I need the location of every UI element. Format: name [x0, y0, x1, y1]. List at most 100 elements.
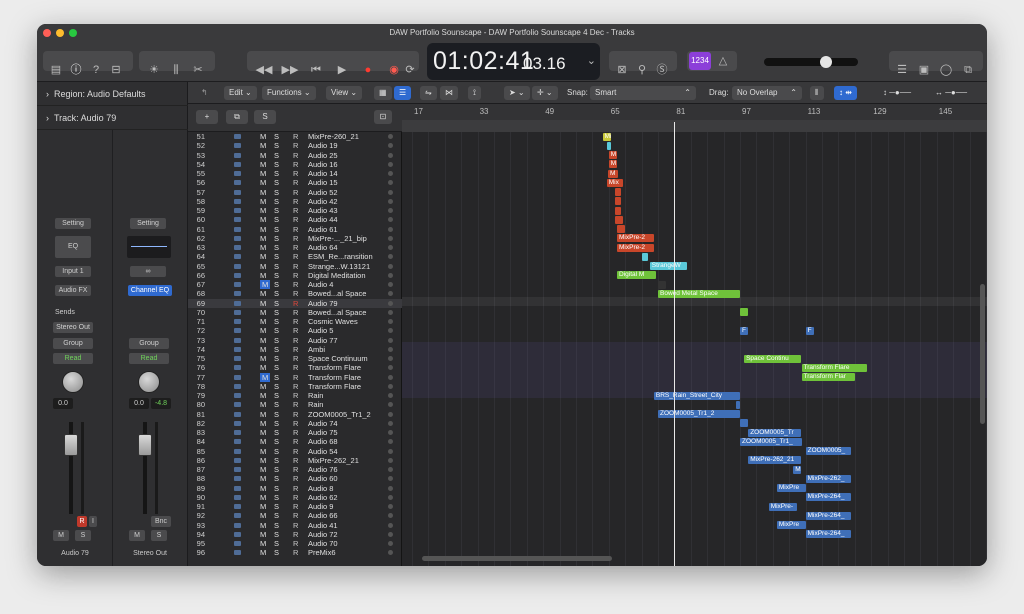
track-row[interactable]: 75 M S R Space Continuum [188, 354, 402, 363]
setting-button[interactable]: Setting [130, 218, 166, 229]
list-editors-icon[interactable]: ☰ [893, 61, 911, 80]
track-mute-button[interactable]: M [260, 493, 266, 502]
track-row[interactable]: 56 M S R Audio 15 [188, 178, 402, 187]
audio-region[interactable]: ZOOM0005_Tr1_2 [658, 410, 740, 418]
track-record-button[interactable]: R [293, 280, 298, 289]
mute-button[interactable]: M [53, 530, 69, 541]
tuner-icon[interactable]: ⚲ [633, 61, 651, 80]
track-record-button[interactable]: R [293, 178, 298, 187]
track-row[interactable]: 62 M S R MixPre-..._21_bip [188, 234, 402, 243]
track-solo-button[interactable]: S [274, 234, 279, 243]
track-row[interactable]: 64 M S R ESM_Re...ransition [188, 252, 402, 261]
mixer-icon[interactable]: ⫼ [167, 61, 185, 80]
catch-playhead-icon[interactable]: ⟟ [468, 86, 481, 100]
track-record-button[interactable]: R [293, 234, 298, 243]
track-mute-button[interactable]: M [260, 437, 266, 446]
track-record-button[interactable]: R [293, 419, 298, 428]
track-record-button[interactable]: R [293, 336, 298, 345]
track-solo-button[interactable]: S [274, 178, 279, 187]
track-row[interactable]: 57 M S R Audio 52 [188, 188, 402, 197]
track-mute-button[interactable]: M [260, 382, 266, 391]
grid-view-icon[interactable]: ▦ [374, 86, 392, 100]
audio-region[interactable]: BRS_Rain_Street_City [653, 391, 740, 400]
track-solo-button[interactable]: S [274, 317, 279, 326]
track-row[interactable]: 72 M S R Audio 5 [188, 326, 402, 335]
horizontal-zoom-slider[interactable]: ↔ ─●── [930, 86, 972, 100]
track-row[interactable]: 52 M S R Audio 19 [188, 141, 402, 150]
audio-region[interactable]: MixPre- [768, 502, 798, 511]
loop-browser-icon[interactable]: ◯ [937, 61, 955, 80]
track-row[interactable]: 91 M S R Audio 9 [188, 502, 402, 511]
track-record-button[interactable]: R [293, 391, 298, 400]
track-solo-button[interactable]: S [274, 456, 279, 465]
track-solo-button[interactable]: S [274, 400, 279, 409]
track-solo-button[interactable]: S [274, 465, 279, 474]
automation-mode[interactable]: Read [53, 353, 93, 364]
track-record-button[interactable]: R [293, 410, 298, 419]
track-record-button[interactable]: R [293, 243, 298, 252]
track-solo-button[interactable]: S [274, 428, 279, 437]
track-mute-button[interactable]: M [260, 336, 266, 345]
track-row[interactable]: 68 M S R Bowed...al Space [188, 289, 402, 298]
vertical-scrollbar[interactable] [980, 284, 985, 424]
browser-icon[interactable]: ⧉ [959, 61, 977, 80]
track-mute-button[interactable]: M [260, 141, 266, 150]
track-row[interactable]: 86 M S R MixPre-262_21 [188, 456, 402, 465]
group-slot[interactable]: Group [53, 338, 93, 349]
track-row[interactable]: 88 M S R Audio 60 [188, 474, 402, 483]
track-mute-button[interactable]: M [260, 151, 266, 160]
track-solo-button[interactable]: S [274, 539, 279, 548]
audio-region[interactable]: MixPre [776, 521, 806, 529]
track-record-button[interactable]: R [293, 252, 298, 261]
track-record-button[interactable]: R [293, 447, 298, 456]
track-mute-button[interactable]: M [260, 548, 266, 557]
track-row[interactable]: 67 M S R Audio 4 [188, 280, 402, 289]
vertical-zoom-slider[interactable]: ↕ ─●── [878, 86, 916, 100]
track-row[interactable]: 81 M S R ZOOM0005_Tr1_2 [188, 410, 402, 419]
functions-menu[interactable]: Functions ⌄ [262, 86, 316, 100]
record-icon[interactable]: ● [357, 61, 379, 80]
track-mute-button[interactable]: M [260, 289, 266, 298]
track-solo-button[interactable]: S [274, 363, 279, 372]
track-record-button[interactable]: R [293, 373, 298, 382]
audio-region[interactable] [740, 419, 749, 428]
track-solo-button[interactable]: S [274, 188, 279, 197]
track-mute-button[interactable]: M [260, 234, 266, 243]
track-record-button[interactable]: R [293, 539, 298, 548]
audio-region[interactable]: F [740, 326, 749, 335]
toolbar-icon[interactable]: ⊟ [107, 61, 125, 80]
audio-region[interactable]: Bowed Metal Space [658, 289, 740, 298]
audio-region[interactable]: Digital M [617, 271, 656, 280]
audio-region[interactable] [641, 252, 648, 261]
track-record-button[interactable]: R [293, 225, 298, 234]
notepad-icon[interactable]: ▣ [915, 61, 933, 80]
track-record-button[interactable]: R [293, 474, 298, 483]
track-record-button[interactable]: R [293, 299, 298, 308]
track-solo-button[interactable]: S [274, 336, 279, 345]
volume-knob[interactable] [820, 56, 832, 68]
track-row[interactable]: 55 M S R Audio 14 [188, 169, 402, 178]
count-in-button[interactable]: 1234 [689, 52, 711, 70]
track-record-button[interactable]: R [293, 326, 298, 335]
track-solo-button[interactable]: S [274, 493, 279, 502]
audio-fx-slot[interactable]: Audio FX [55, 285, 91, 296]
scissors-icon[interactable]: ✂ [189, 61, 207, 80]
track-mute-button[interactable]: M [260, 465, 266, 474]
input-button[interactable]: Input 1 [55, 266, 91, 277]
vertical-zoom-icon[interactable]: ↕ ⇹ [834, 86, 857, 100]
track-mute-button[interactable]: M [260, 354, 266, 363]
minimize-window-button[interactable] [56, 29, 64, 37]
drag-select[interactable]: No Overlap ⌃ [732, 86, 802, 100]
automation-mode[interactable]: Read [129, 353, 169, 364]
track-mute-button[interactable]: M [260, 215, 266, 224]
solo-button[interactable]: S [151, 530, 167, 541]
waveform-zoom-icon[interactable]: ⦀ [810, 86, 824, 100]
track-mute-button[interactable]: M [260, 419, 266, 428]
audio-region[interactable]: ZOOM0005_ [805, 447, 851, 455]
track-mute-button[interactable]: M [260, 308, 266, 317]
track-row[interactable]: 82 M S R Audio 74 [188, 419, 402, 428]
track-row[interactable]: 83 M S R Audio 75 [188, 428, 402, 437]
track-solo-button[interactable]: S [274, 225, 279, 234]
track-row[interactable]: 85 M S R Audio 54 [188, 447, 402, 456]
track-row[interactable]: 95 M S R Audio 70 [188, 539, 402, 548]
